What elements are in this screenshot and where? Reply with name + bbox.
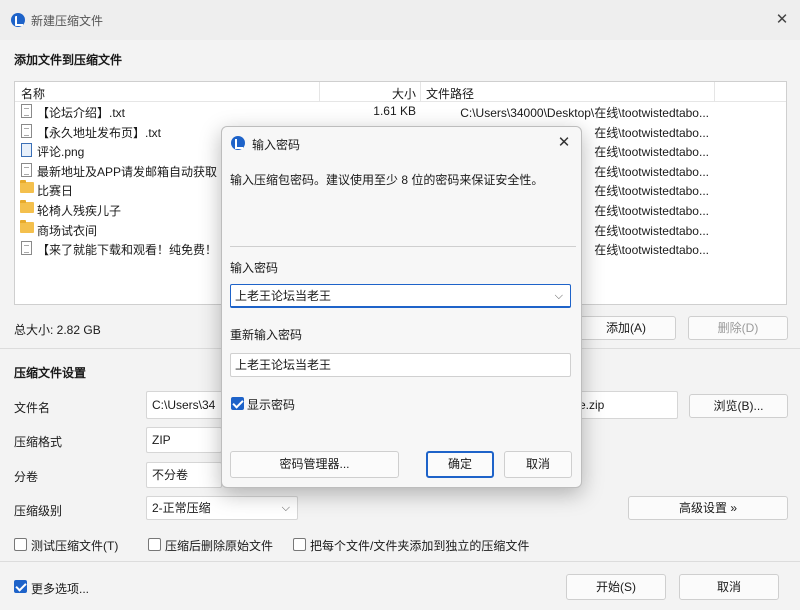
password-value: 上老王论坛当老王	[235, 289, 332, 303]
folder-icon	[20, 180, 34, 194]
level-select[interactable]: 2-正常压缩 ⌵	[146, 496, 298, 520]
delete-after-checkbox[interactable]	[148, 538, 161, 551]
file-path: C:\Users\34000\Desktop\在线\tootwistedtabo…	[460, 106, 709, 120]
file-icon	[21, 241, 32, 256]
file-path: 在线\tootwistedtabo...	[594, 204, 709, 218]
file-path: 在线\tootwistedtabo...	[594, 125, 709, 140]
total-size: 总大小: 2.82 GB	[14, 323, 101, 337]
chevron-down-icon: ⌵	[281, 502, 290, 514]
advanced-settings-button[interactable]: 高级设置 »	[628, 496, 788, 520]
dialog-divider	[230, 246, 576, 247]
filename-label: 文件名	[14, 401, 51, 415]
file-list-row[interactable]: 【论坛介绍】.txt 1.61 KB C:\Users\34000\Desktop\…	[15, 102, 786, 122]
dialog-description: 输入压缩包密码。建议使用至少 8 位的密码来保证安全性。	[230, 173, 544, 187]
filename-suffix: e.zip	[579, 398, 605, 412]
column-header-path[interactable]: 文件路径	[426, 85, 474, 102]
file-name: 【论坛介绍】.txt	[37, 106, 126, 120]
file-icon	[21, 123, 32, 138]
delete-button[interactable]: 删除(D)	[688, 316, 788, 340]
file-size: 1.61 KB	[373, 104, 416, 118]
add-button[interactable]: 添加(A)	[576, 316, 676, 340]
file-name: 比赛日	[37, 184, 74, 199]
level-label: 压缩级别	[14, 504, 63, 518]
dialog-title: 输入密码	[252, 138, 301, 152]
app-logo-icon	[11, 13, 25, 27]
password-label: 输入密码	[230, 261, 279, 275]
file-icon	[21, 162, 32, 177]
column-header-size[interactable]: 大小	[319, 85, 416, 102]
more-options-label: 更多选项...	[31, 582, 90, 596]
folder-icon	[20, 200, 34, 213]
reenter-password-input[interactable]: 上老王论坛当老王	[230, 353, 571, 377]
reenter-password-label: 重新输入密码	[230, 328, 303, 342]
password-input[interactable]: 上老王论坛当老王 ⌵	[230, 284, 571, 308]
folder-icon	[20, 219, 34, 233]
file-path: 在线\tootwistedtabo...	[594, 184, 709, 199]
reenter-password-value: 上老王论坛当老王	[235, 358, 332, 372]
chevron-down-icon[interactable]: ⌵	[555, 285, 563, 307]
test-archive-checkbox[interactable]	[14, 538, 27, 551]
delete-after-label: 压缩后删除原始文件	[165, 539, 274, 553]
file-name: 轮椅人残疾儿子	[37, 204, 122, 218]
password-manager-button[interactable]: 密码管理器...	[230, 451, 399, 478]
format-select[interactable]: ZIP	[146, 427, 222, 453]
show-password-label: 显示密码	[247, 398, 296, 412]
dialog-title-bar: 输入密码 ✕	[222, 127, 581, 159]
image-file-icon	[21, 143, 32, 158]
file-name: 评论.png	[37, 145, 85, 160]
close-icon[interactable]: ✕	[552, 131, 576, 155]
file-icon	[21, 104, 32, 118]
file-name: 【来了就能下载和观看！纯免费！	[37, 243, 218, 258]
separate-archive-checkbox[interactable]	[293, 538, 306, 551]
filename-value: C:\Users\34	[152, 398, 216, 412]
add-files-section-title: 添加文件到压缩文件	[14, 53, 123, 67]
format-value: ZIP	[152, 433, 171, 447]
column-header-name[interactable]: 名称	[21, 85, 45, 102]
app-logo-icon	[231, 136, 245, 150]
cancel-button[interactable]: 取消	[679, 574, 779, 600]
more-options-checkbox[interactable]	[14, 580, 27, 593]
title-bar: 新建压缩文件 ✕	[0, 0, 800, 40]
footer-divider	[0, 561, 800, 562]
file-list-header: 名称 大小 文件路径	[15, 82, 786, 102]
browse-button[interactable]: 浏览(B)...	[689, 394, 788, 418]
window-title: 新建压缩文件	[31, 14, 104, 28]
settings-section-title: 压缩文件设置	[14, 366, 87, 380]
file-name: 最新地址及APP请发邮箱自动获取	[37, 164, 218, 179]
file-path: 在线\tootwistedtabo...	[594, 223, 709, 238]
split-label: 分卷	[14, 470, 39, 484]
file-name: 商场试衣间	[37, 223, 98, 238]
separate-archive-label: 把每个文件/文件夹添加到独立的压缩文件	[310, 539, 530, 553]
format-label: 压缩格式	[14, 435, 63, 449]
file-path: 在线\tootwistedtabo...	[594, 145, 709, 160]
close-icon[interactable]: ✕	[770, 8, 794, 32]
password-dialog: 输入密码 ✕ 输入压缩包密码。建议使用至少 8 位的密码来保证安全性。 输入密码…	[221, 126, 582, 488]
dialog-cancel-button[interactable]: 取消	[504, 451, 572, 478]
file-name: 【永久地址发布页】.txt	[37, 125, 162, 140]
start-button[interactable]: 开始(S)	[566, 574, 666, 600]
ok-button[interactable]: 确定	[426, 451, 494, 478]
level-value: 2-正常压缩	[152, 501, 211, 515]
split-select[interactable]: 不分卷	[146, 462, 222, 488]
file-path: 在线\tootwistedtabo...	[594, 243, 709, 258]
show-password-checkbox[interactable]	[231, 397, 244, 410]
split-value: 不分卷	[152, 468, 189, 482]
file-path: 在线\tootwistedtabo...	[594, 164, 709, 179]
test-archive-label: 测试压缩文件(T)	[31, 539, 119, 553]
